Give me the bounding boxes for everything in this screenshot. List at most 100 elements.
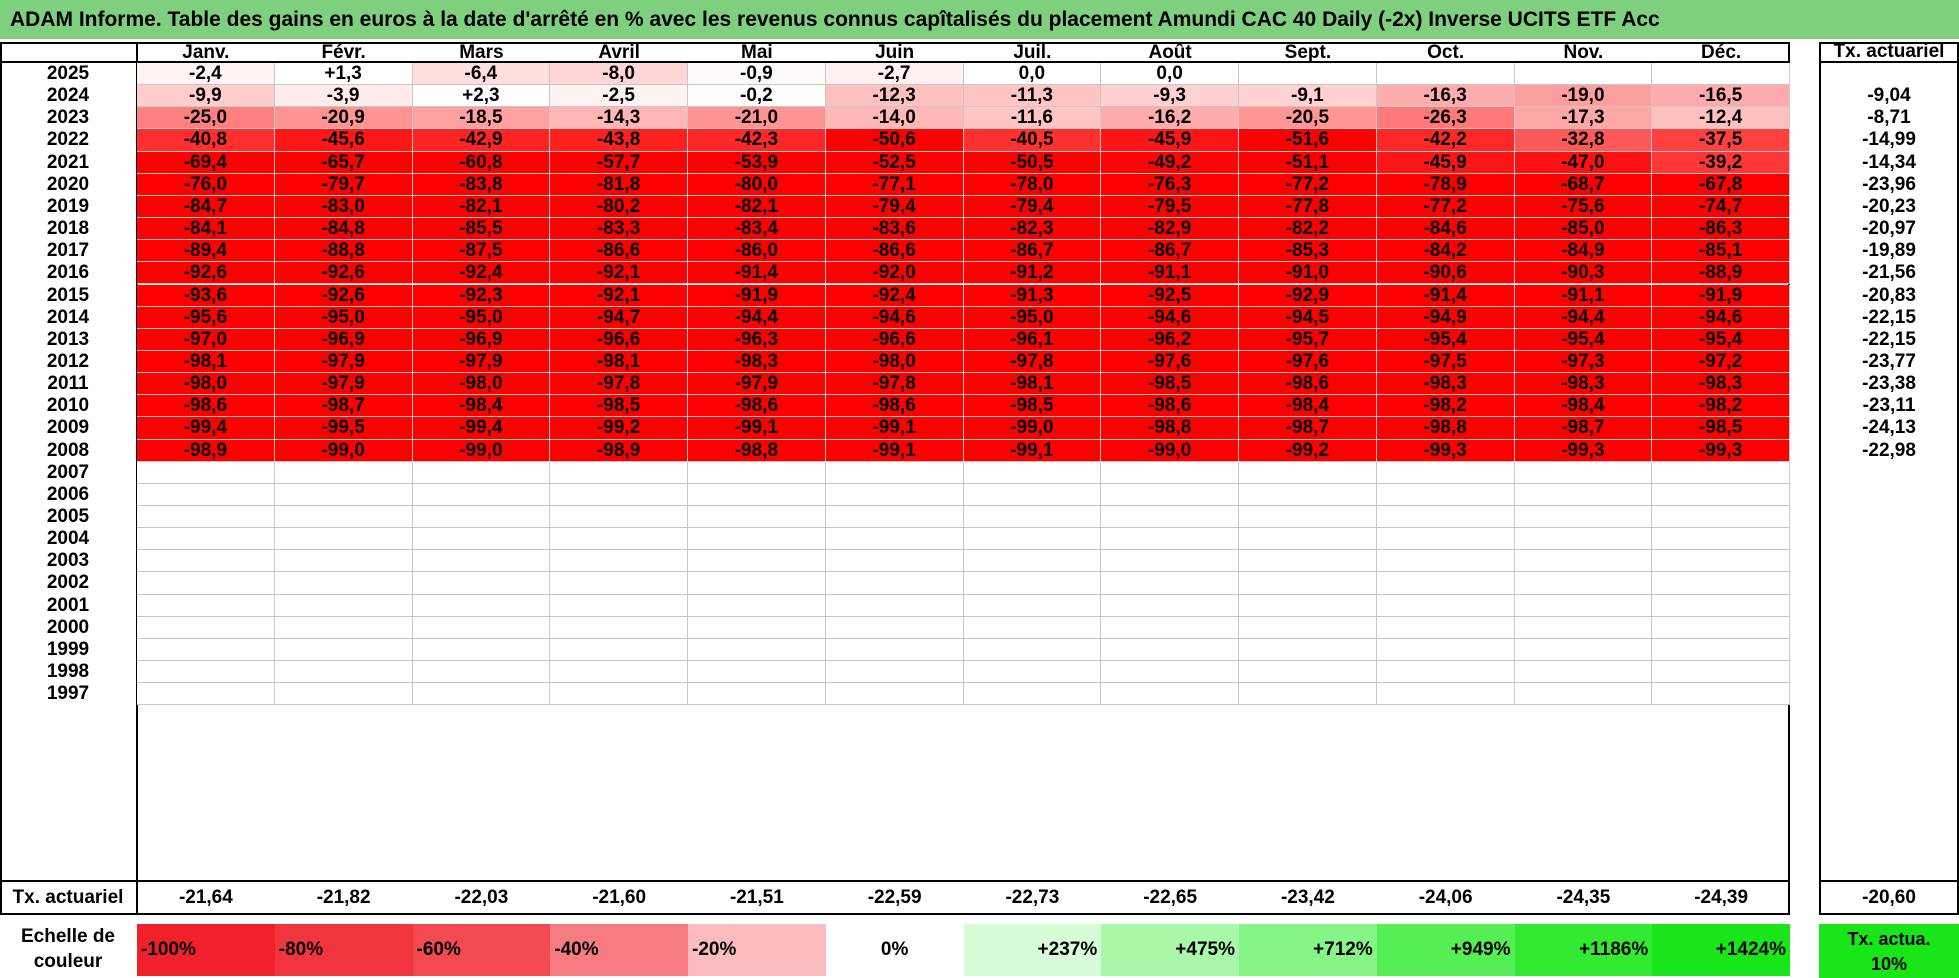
table-cell [1101,528,1239,551]
table-cell: -83,0 [274,195,413,219]
page-title: ADAM Informe. Table des gains en euros à… [0,0,1959,39]
table-cell [274,483,413,506]
table-cell: -98,5 [550,395,688,418]
table-cell [963,638,1102,662]
year-label: 2001 [46,594,90,616]
table-cell: -52,5 [825,151,964,174]
table-cell: -96,2 [1101,328,1239,351]
table-cell: -91,4 [1376,284,1515,307]
table-cell: -45,6 [274,129,413,152]
table-cell: -95,4 [1514,328,1653,351]
footer-rate: -21,64 [178,887,233,908]
table-cell [825,683,964,706]
table-cell: -94,6 [825,306,964,329]
table-cell: -88,8 [274,240,413,263]
table-cell: -42,9 [412,129,551,152]
table-cell [274,506,413,529]
table-cell: -90,3 [1514,262,1653,285]
table-cell [1376,528,1515,551]
table-cell: -96,3 [688,328,826,351]
table-cell: -42,2 [1376,129,1515,152]
table-cell [1514,638,1653,662]
table-cell: -2,5 [550,85,688,108]
table-cell [1239,572,1377,595]
actuarial-rate [1819,572,1959,594]
table-cell: -99,2 [550,417,688,440]
table-cell [137,528,275,551]
table-cell [1514,661,1653,684]
table-cell: -39,2 [1652,151,1790,174]
actuarial-rate: -20,23 [1862,195,1916,217]
table-cell: -90,6 [1376,262,1515,285]
month-header: Mai [741,42,773,63]
table-cell [1652,506,1790,529]
table-cell [1239,483,1377,506]
footer-rate: -22,59 [867,887,922,908]
table-cell: -16,5 [1652,85,1790,108]
table-cell [1652,616,1790,639]
table-cell [1101,550,1239,573]
table-cell [1514,461,1653,484]
table-cell [274,528,413,551]
table-cell: -8,0 [550,63,688,86]
year-label: 2022 [46,129,90,151]
actuarial-rate [1819,506,1959,528]
table-cell [1376,594,1515,617]
table-cell: -83,4 [688,218,826,241]
table-cell: -98,2 [1652,395,1790,418]
table-cell [1376,550,1515,573]
table-cell [1101,661,1239,684]
actuarial-rate: -14,34 [1862,151,1916,173]
table-cell [1101,683,1239,706]
table-cell [550,616,688,639]
table-cell: -98,7 [1239,417,1377,440]
table-cell: -91,4 [688,262,826,285]
year-label: 2020 [46,173,90,195]
scale-swatch: +712% [1239,924,1377,976]
table-cell [825,661,964,684]
table-cell: -92,6 [137,262,275,285]
table-cell: -98,6 [1239,373,1377,396]
table-cell: -99,5 [274,417,413,440]
table-cell: -92,0 [825,262,964,285]
table-cell [1101,594,1239,617]
year-label: 2016 [46,262,90,284]
table-cell: -98,1 [963,373,1102,396]
table-cell [1376,616,1515,639]
table-cell: -79,4 [963,195,1102,219]
table-cell: -99,1 [688,417,826,440]
table-cell [1514,616,1653,639]
table-cell [1376,483,1515,506]
table-cell [1376,661,1515,684]
footer-rate: -21,60 [592,887,647,908]
table-cell [1239,528,1377,551]
table-cell: -97,9 [274,350,413,374]
table-cell [137,594,275,617]
table-cell: -67,8 [1652,173,1790,196]
year-label: 2003 [46,550,90,572]
month-header: Juin [875,42,915,63]
year-label: 1997 [46,683,90,705]
table-cell [963,683,1102,706]
table-cell: -25,0 [137,107,275,130]
table-cell: -19,0 [1514,85,1653,108]
table-cell [688,461,826,484]
table-cell: -86,7 [1101,240,1239,263]
month-header: Juil. [1013,42,1052,63]
table-cell: 0,0 [963,63,1102,86]
year-label: 1999 [46,638,90,660]
table-cell: -91,2 [963,262,1102,285]
table-cell [274,683,413,706]
footer-rate: -24,35 [1556,887,1611,908]
table-cell: -21,0 [688,107,826,130]
table-cell: -20,5 [1239,107,1377,130]
table-cell: -6,4 [412,63,551,86]
year-label: 2012 [46,350,90,372]
table-cell: -95,0 [412,306,551,329]
table-cell: -94,7 [550,306,688,329]
actuarial-rate: -24,13 [1862,417,1916,439]
table-cell [137,483,275,506]
table-cell [1101,461,1239,484]
table-cell [550,461,688,484]
table-cell [1376,506,1515,529]
